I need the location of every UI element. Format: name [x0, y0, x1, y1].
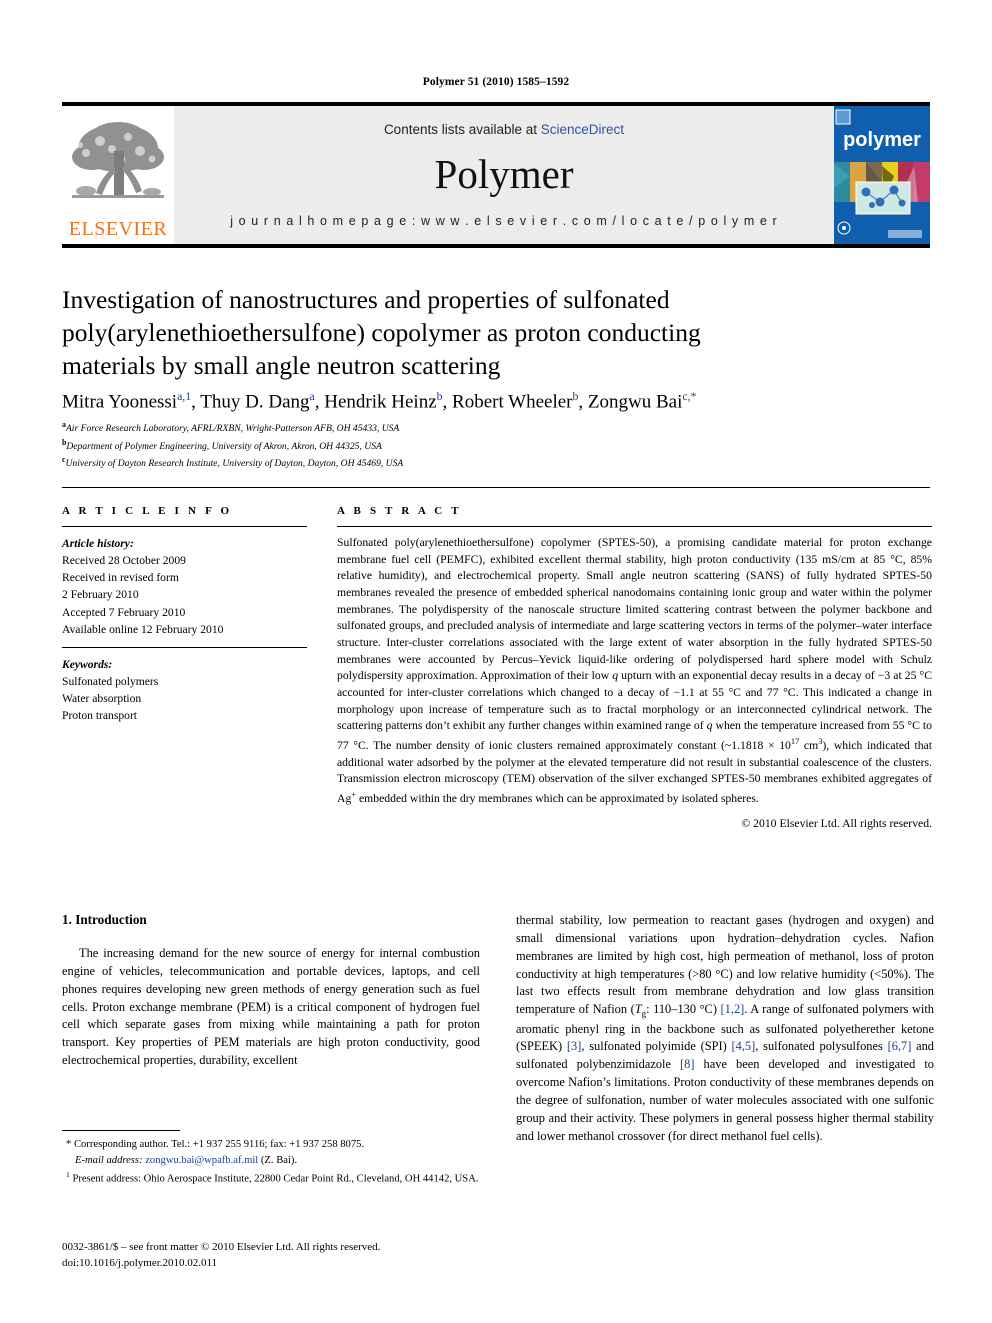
- affiliation-list: aAir Force Research Laboratory, AFRL/RXB…: [62, 419, 762, 472]
- email-suffix: (Z. Bai).: [260, 1155, 298, 1167]
- article-history-block: Article history: Received 28 October 200…: [62, 535, 307, 638]
- affiliation-item: cUniversity of Dayton Research Institute…: [62, 454, 762, 472]
- issn-line: 0032-3861/$ – see front matter © 2010 El…: [62, 1241, 381, 1253]
- history-item: 2 February 2010: [62, 588, 139, 602]
- affiliation-item: bDepartment of Polymer Engineering, Univ…: [62, 437, 762, 455]
- intro-paragraph-right: thermal stability, low permeation to rea…: [516, 913, 934, 1143]
- section-heading-introduction: 1. Introduction: [62, 912, 147, 927]
- keyword-item: Proton transport: [62, 709, 138, 723]
- affiliation-text: Department of Polymer Engineering, Unive…: [66, 440, 382, 452]
- doi-line[interactable]: doi:10.1016/j.polymer.2010.02.011: [62, 1256, 492, 1272]
- section-divider-top: [62, 487, 930, 488]
- journal-title: Polymer: [434, 151, 574, 197]
- affiliation-text: Air Force Research Laboratory, AFRL/RXBN…: [65, 423, 400, 435]
- svg-text:polymer: polymer: [843, 129, 921, 151]
- abstract-copyright: © 2010 Elsevier Ltd. All rights reserved…: [741, 816, 932, 830]
- body-column-right: thermal stability, low permeation to rea…: [516, 912, 934, 1146]
- keyword-item: Sulfonated polymers: [62, 675, 159, 689]
- contents-list-line: Contents lists available at ScienceDirec…: [384, 122, 624, 137]
- abstract-rule: [337, 526, 932, 527]
- history-item: Received in revised form: [62, 571, 179, 585]
- email-label: E-mail address:: [75, 1155, 143, 1167]
- keyword-item: Water absorption: [62, 692, 142, 706]
- affiliation-text: University of Dayton Research Institute,…: [65, 458, 404, 470]
- elsevier-wordmark: ELSEVIER: [68, 218, 168, 240]
- article-history-label: Article history:: [62, 537, 134, 550]
- abstract-body: Sulfonated poly(arylenethioethersulfone)…: [337, 535, 932, 832]
- history-item: Available online 12 February 2010: [62, 622, 224, 636]
- journal-masthead: ELSEVIER Contents lists available at Sci…: [62, 102, 930, 248]
- elsevier-logo: ELSEVIER: [62, 106, 174, 244]
- present-address-note: 1 Present address: Ohio Aerospace Instit…: [66, 1170, 479, 1185]
- intro-paragraph-left: The increasing demand for the new source…: [62, 946, 480, 1068]
- journal-cover-thumbnail: polymer: [834, 106, 930, 244]
- running-head: Polymer 51 (2010) 1585–1592: [422, 76, 570, 88]
- cover-art-svg: polymer: [834, 106, 930, 244]
- sciencedirect-link[interactable]: ScienceDirect: [541, 122, 624, 137]
- email-note: E-mail address: zongwu.bai@wpafb.af.mil …: [62, 1153, 492, 1169]
- abstract-heading: A B S T R A C T: [337, 505, 462, 517]
- body-column-left: The increasing demand for the new source…: [62, 945, 480, 1070]
- abstract-column: A B S T R A C T Sulfonated poly(arylenet…: [337, 505, 932, 832]
- article-info-heading: A R T I C L E I N F O: [62, 505, 233, 517]
- abstract-text: Sulfonated poly(arylenethioethersulfone)…: [337, 536, 933, 805]
- author-list: Mitra Yoonessia,1, Thuy D. Danga, Hendri…: [62, 390, 697, 413]
- keywords-block: Keywords: Sulfonated polymers Water abso…: [62, 656, 307, 725]
- article-info-rule: [62, 526, 307, 527]
- keywords-label: Keywords:: [62, 657, 113, 671]
- tree-svg: [66, 115, 170, 219]
- article-info-column: A R T I C L E I N F O Article history: R…: [62, 505, 307, 725]
- affiliation-item: aAir Force Research Laboratory, AFRL/RXB…: [62, 419, 762, 437]
- email-link[interactable]: zongwu.bai@wpafb.af.mil: [145, 1155, 258, 1166]
- article-page: Polymer 51 (2010) 1585–1592 ELSEVIER Con…: [0, 0, 992, 1323]
- keywords-rule: [62, 646, 307, 648]
- footer-block: 0032-3861/$ – see front matter © 2010 El…: [62, 1240, 492, 1272]
- masthead-center: Contents lists available at ScienceDirec…: [174, 106, 834, 244]
- footnote-block: * Corresponding author. Tel.: +1 937 255…: [62, 1137, 492, 1188]
- history-item: Accepted 7 February 2010: [62, 605, 186, 619]
- history-item: Received 28 October 2009: [62, 554, 186, 568]
- contents-prefix: Contents lists available at: [383, 122, 541, 137]
- page-title: Investigation of nanostructures and prop…: [62, 285, 701, 381]
- corresponding-author-note: * Corresponding author. Tel.: +1 937 255…: [66, 1139, 365, 1150]
- elsevier-tree-icon: [66, 115, 170, 219]
- journal-homepage-link[interactable]: j o u r n a l h o m e p a g e : w w w . …: [230, 214, 778, 228]
- footnote-divider: [62, 1130, 180, 1131]
